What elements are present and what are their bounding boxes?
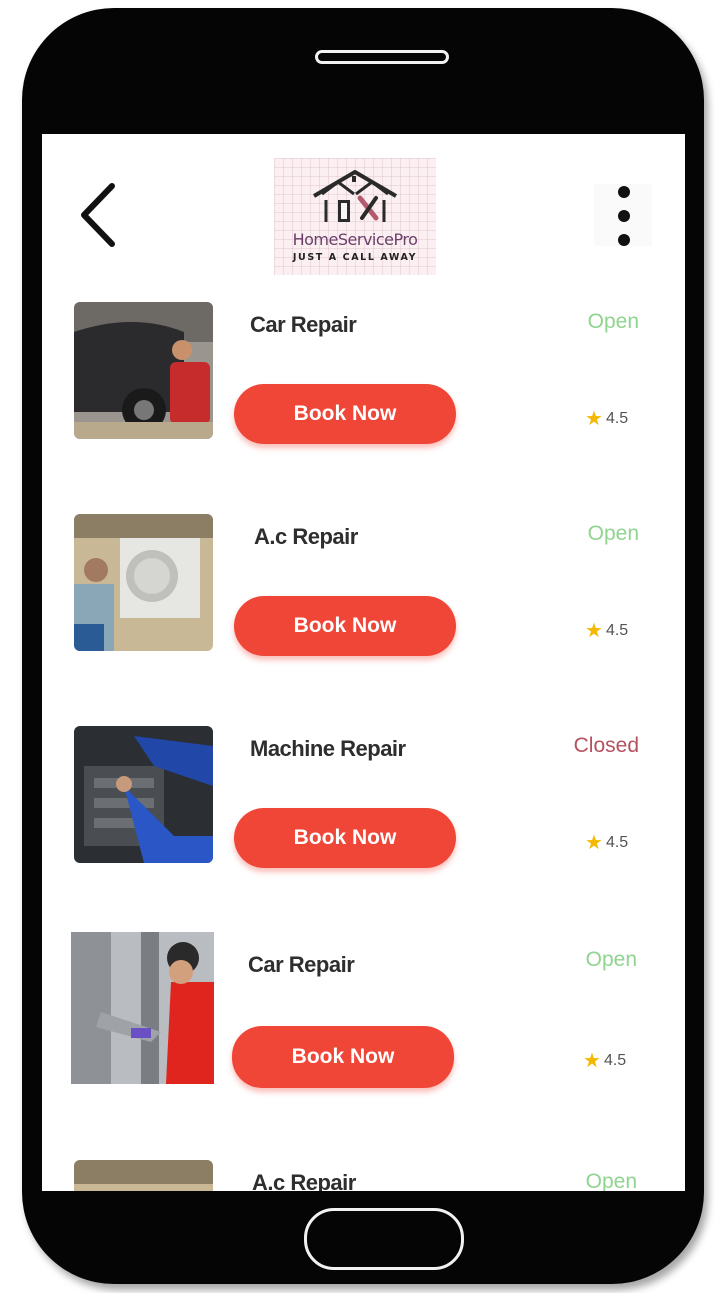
status-label: Open [587,522,639,545]
logo-name: HomeServicePro [292,230,418,249]
service-card: Car Repair Open Book Now ★ 4.5 [0,932,717,1132]
rating-value: 4.5 [605,410,629,427]
chevron-left-icon[interactable] [78,182,118,248]
speaker-slot [315,50,449,64]
star-icon: ★ [585,408,603,430]
home-button[interactable] [304,1208,464,1270]
service-card: Car Repair Open Book Now ★ 4.5 [0,302,717,502]
rating: ★ 4.5 [585,830,628,855]
star-icon: ★ [583,1050,601,1072]
status-label: Open [585,948,637,971]
service-title: Car Repair [250,312,357,337]
service-image [74,514,213,651]
app-logo: HomeServicePro JUST A CALL AWAY [274,158,436,275]
status-label: Open [587,310,639,333]
book-now-button[interactable]: Book Now [234,384,456,444]
book-now-button[interactable]: Book Now [234,808,456,868]
service-image [74,302,213,439]
status-label: Closed [573,734,639,757]
service-title: Car Repair [248,952,355,977]
service-card: Machine Repair Closed Book Now ★ 4.5 [0,726,717,926]
rating-value: 4.5 [605,622,629,639]
rating: ★ 4.5 [585,406,628,431]
service-image [74,1160,213,1191]
service-image [74,726,213,863]
rating: ★ 4.5 [585,618,628,643]
service-title: A.c Repair [252,1170,356,1191]
book-now-button[interactable]: Book Now [234,596,456,656]
service-title: Machine Repair [250,736,406,761]
rating: ★ 4.5 [583,1048,626,1073]
service-title: A.c Repair [254,524,358,549]
star-icon: ★ [585,620,603,642]
star-icon: ★ [585,832,603,854]
status-label: Open [585,1170,637,1191]
house-tools-icon [312,170,398,222]
service-image [71,932,214,1084]
book-now-button[interactable]: Book Now [232,1026,454,1088]
rating-value: 4.5 [603,1052,627,1069]
service-card: A.c Repair Open Book Now ★ 4.5 [0,514,717,714]
rating-value: 4.5 [605,834,629,851]
logo-tagline: JUST A CALL AWAY [292,252,418,263]
service-card: A.c Repair Open [0,1160,717,1191]
more-vertical-icon[interactable] [594,184,652,246]
